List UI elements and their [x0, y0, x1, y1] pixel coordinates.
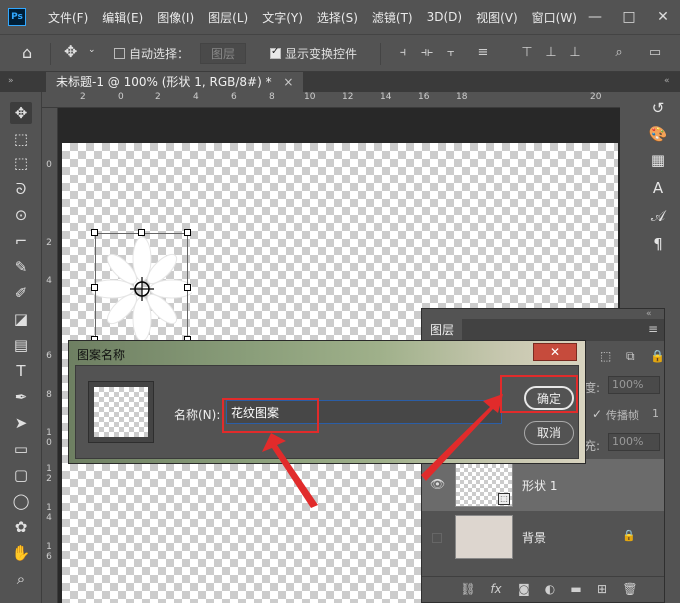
- arrow-to-name-field: [262, 433, 318, 508]
- arrow-to-ok-button: [421, 394, 503, 481]
- annotation-arrows: [262, 394, 503, 508]
